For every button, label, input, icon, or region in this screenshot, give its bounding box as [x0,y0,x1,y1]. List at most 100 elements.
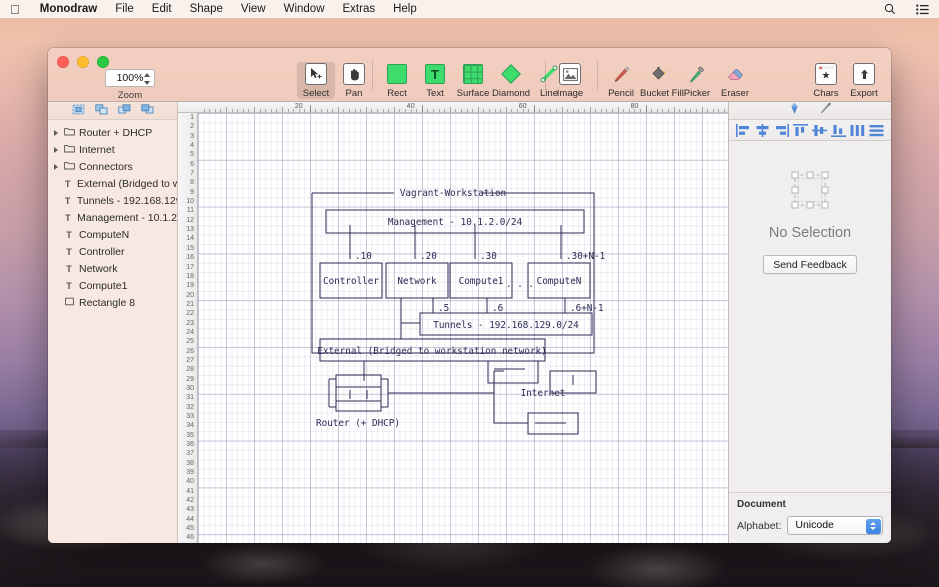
list-icon[interactable] [906,4,939,15]
tool-export[interactable]: Export [845,62,883,99]
tool-text[interactable]: T Text [416,62,454,99]
ruler-row-number: 7 [190,170,194,178]
align-top-icon[interactable] [793,123,808,137]
ruler-minor-tick [321,109,323,112]
ruler-row-number: 28 [186,366,194,374]
ruler-minor-tick [572,109,574,112]
tool-surface-label: Surface [456,88,490,99]
horizontal-ruler[interactable]: 20406080100 [178,102,728,113]
rect-layer-icon [63,297,75,309]
layer-item[interactable]: Router + DHCP [48,124,177,141]
ruler-minor-tick [449,107,451,112]
distribute-horizontal-icon[interactable] [850,124,865,137]
tool-select[interactable]: Select [297,62,335,99]
layer-item[interactable]: T ComputeN [48,226,177,243]
group-icon[interactable] [72,102,85,120]
zoom-input[interactable]: 100% [105,69,155,87]
send-feedback-button[interactable]: Send Feedback [763,255,857,274]
layer-item[interactable]: T External (Bridged to w… [48,175,177,192]
zoom-stepper[interactable] [144,73,151,85]
tool-text-label: Text [426,88,444,99]
menu-item-window[interactable]: Window [275,0,334,18]
disclosure-triangle-icon[interactable] [54,146,58,153]
ruler-minor-tick [427,109,429,112]
ruler-minor-tick [494,109,496,112]
ruler-row-number: 6 [190,160,194,168]
tool-pan[interactable]: Pan [335,62,373,99]
ruler-minor-tick [466,109,468,112]
tool-picker[interactable]: Picker [678,62,716,99]
tool-rect[interactable]: Rect [378,62,416,99]
ruler-minor-tick [667,109,669,112]
align-center-horizontal-icon[interactable] [755,123,770,137]
tool-chars[interactable]: ★ Chars [807,62,845,99]
maximize-button[interactable] [97,56,109,68]
tool-diamond[interactable]: Diamond [492,62,530,99]
ruler-minor-tick [416,109,418,112]
toolgroup-shapes: Rect T Text Surface Diamond Line [378,62,568,99]
layer-item[interactable]: T Management - 10.1.2.… [48,209,177,226]
alphabet-select[interactable]: Unicode [787,516,883,535]
layer-item[interactable]: Internet [48,141,177,158]
node-label-compute1: Compute1 [459,276,504,287]
disclosure-triangle-icon[interactable] [54,129,58,136]
vertical-ruler[interactable]: 1 2 3 4 5 6 7 8 9 10 11 12 13 14 15 16 17 18 19 20 21 22 23 24 2… [178,113,198,543]
ruler-minor-tick [326,109,328,112]
duplicate-icon[interactable] [94,102,108,120]
drawing-canvas[interactable]: Vagrant-Workstation Management - 10.1.2.… [198,113,728,543]
bring-forward-icon[interactable] [117,102,131,120]
tool-pencil-label: Pencil [608,88,634,99]
ruler-minor-tick [354,109,356,112]
distribute-vertical-icon[interactable] [869,124,884,137]
ruler-minor-tick [684,109,686,112]
align-bottom-icon[interactable] [831,124,846,137]
toolgroup-paint: Pencil Bucket Fill Picker Eraser [602,62,754,99]
ruler-row-number: 10 [186,198,194,206]
tool-bucket[interactable]: Bucket Fill [640,62,684,99]
picture-icon [558,62,582,86]
ruler-minor-tick [287,109,289,112]
layer-item[interactable]: T Tunnels - 192.168.129… [48,192,177,209]
disclosure-triangle-icon[interactable] [54,163,58,170]
ruler-minor-tick [617,107,619,112]
ruler-minor-tick [589,107,591,112]
tool-eraser[interactable]: Eraser [716,62,754,99]
sidebar-header-toolbar [48,102,177,120]
ruler-row-number: 30 [186,384,194,392]
layer-item[interactable]: T Network [48,260,177,277]
menu-item-view[interactable]: View [232,0,275,18]
minimize-button[interactable] [77,56,89,68]
align-middle-vertical-icon[interactable] [812,124,827,137]
menu-item-monodraw[interactable]: Monodraw [31,0,107,18]
style-inspector-tab[interactable] [819,102,832,120]
shape-inspector-tab[interactable] [788,102,801,120]
tool-pencil[interactable]: Pencil [602,62,640,99]
tool-image[interactable]: Image [551,62,589,99]
ruler-minor-tick [332,109,334,112]
layer-item[interactable]: Rectangle 8 [48,294,177,311]
layer-item[interactable]: T Compute1 [48,277,177,294]
align-left-icon[interactable] [736,123,751,137]
align-right-icon[interactable] [774,123,789,137]
tool-surface[interactable]: Surface [454,62,492,99]
menu-item-edit[interactable]: Edit [143,0,181,18]
ruler-row-number: 19 [186,282,194,290]
layer-item[interactable]: Connectors [48,158,177,175]
menu-item-file[interactable]: File [106,0,143,18]
ruler-row-number: 25 [186,338,194,346]
apple-logo-icon[interactable]:  [0,3,31,16]
send-backward-icon[interactable] [140,102,154,120]
close-button[interactable] [57,56,69,68]
window-controls [57,56,109,68]
node-ip-network: .20 [420,251,437,262]
menu-item-shape[interactable]: Shape [181,0,232,18]
ruler-minor-tick [248,109,250,112]
ruler-minor-tick [337,107,339,112]
search-icon[interactable] [874,3,906,15]
layer-item[interactable]: T Controller [48,243,177,260]
menu-item-help[interactable]: Help [384,0,426,18]
menu-item-extras[interactable]: Extras [334,0,385,18]
ruler-minor-tick [707,109,709,112]
ruler-minor-tick [679,109,681,112]
layers-list[interactable]: Router + DHCP Internet Connectors T External… [48,120,177,543]
